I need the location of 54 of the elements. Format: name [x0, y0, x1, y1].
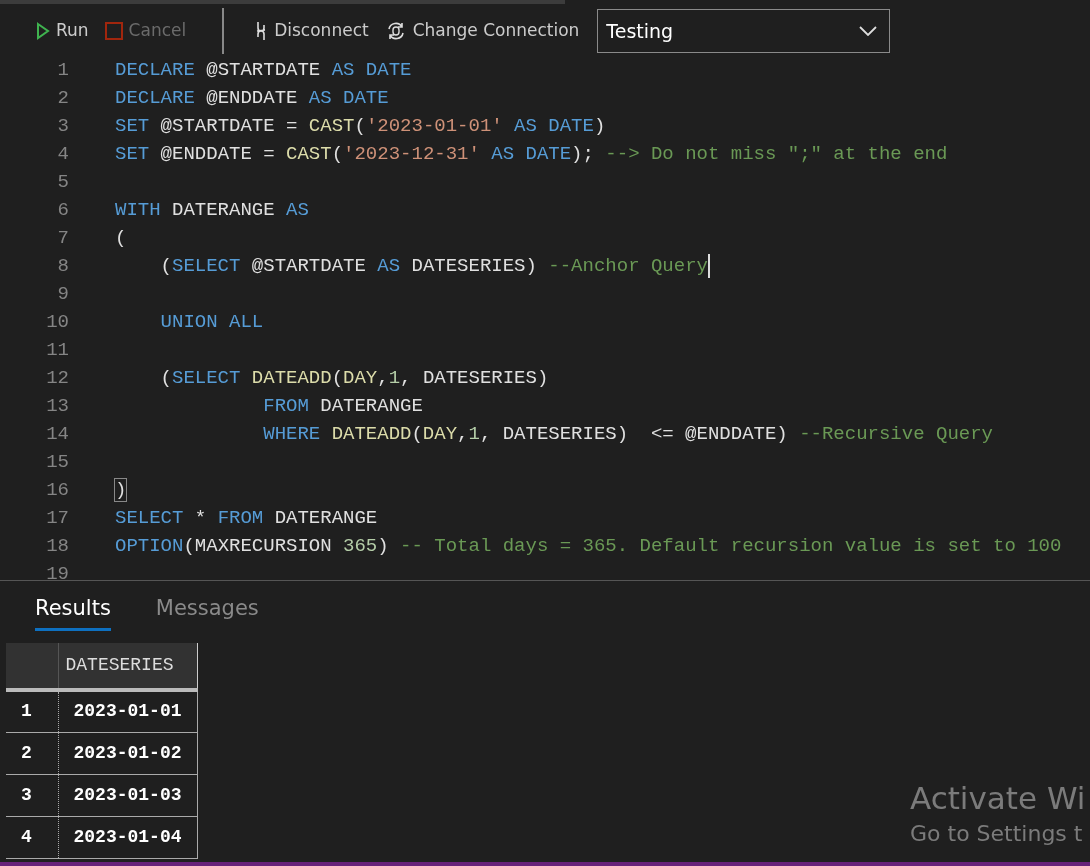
line-number: 16 [45, 478, 69, 503]
line-number: 14 [45, 422, 69, 447]
change-connection-button[interactable]: Change Connection [378, 16, 586, 46]
line-number: 9 [56, 282, 69, 307]
code-line: UNION ALL [159, 311, 264, 333]
run-button[interactable]: Run [30, 16, 95, 46]
code-line: WITH DATERANGE AS [115, 199, 309, 221]
stop-icon [104, 22, 123, 40]
code-line: (SELECT DATEADD(DAY,1, DATESERIES) [159, 367, 549, 389]
activation-subtitle: Go to Settings t [910, 820, 1084, 848]
chevron-down-icon [859, 26, 878, 36]
panel-tab[interactable]: Results [35, 593, 111, 631]
code-line: SET @ENDDATE = CAST('2023-12-31' AS DATE); --> Do not miss ";" at the end [115, 143, 948, 165]
header-corner [6, 643, 58, 690]
code-line: FROM DATERANGE [262, 395, 423, 417]
line-number: 19 [45, 562, 69, 580]
table-cell: 2023-01-03 [58, 774, 198, 816]
row-number: 1 [6, 690, 58, 732]
code-line: ( [115, 227, 127, 249]
connection-dropdown[interactable]: Testing [597, 9, 891, 53]
line-number: 18 [45, 534, 69, 559]
code-line: OPTION(MAXRECURSION 365) -- Total days = 365. Default recursion value is set to 100 [115, 535, 1062, 557]
code-line: WHERE DATEADD(DAY,1, DATESERIES) <= @ENDDATE) --Recursive Query [262, 423, 993, 445]
line-number: 1 [56, 58, 69, 83]
line-number: 7 [56, 226, 69, 251]
table-cell: 2023-01-04 [58, 816, 198, 858]
row-number: 3 [6, 774, 58, 816]
panel-tab[interactable]: Messages [155, 593, 259, 631]
line-number: 8 [56, 254, 69, 279]
code-line: DECLARE @STARTDATE AS DATE [115, 59, 412, 81]
line-number: 17 [45, 506, 69, 531]
row-number: 4 [6, 816, 58, 858]
code-line: (SELECT @STARTDATE AS DATESERIES) --Anchor Query [159, 255, 708, 277]
table-cell: 2023-01-02 [58, 732, 198, 774]
line-number: 11 [45, 338, 69, 363]
line-number: 12 [45, 366, 69, 391]
table-cell: 2023-01-01 [58, 690, 198, 732]
line-number: 3 [56, 114, 69, 139]
line-number: 5 [56, 170, 69, 195]
line-number: 10 [45, 310, 69, 335]
line-number: 13 [45, 394, 69, 419]
activation-title: Activate Wi [910, 779, 1086, 817]
play-icon [36, 22, 50, 40]
column-header: DATESERIES [58, 643, 198, 690]
row-number: 2 [6, 732, 58, 774]
disconnect-button[interactable]: Disconnect [248, 16, 375, 46]
code-line: SELECT * FROM DATERANGE [115, 507, 378, 529]
line-number: 15 [45, 450, 69, 475]
code-line: DECLARE @ENDDATE AS DATE [115, 87, 389, 109]
line-number: 2 [56, 86, 69, 111]
code-line: ) [115, 479, 127, 501]
line-number: 6 [56, 198, 69, 223]
line-number: 4 [56, 142, 69, 167]
code-line: SET @STARTDATE = CAST('2023-01-01' AS DATE) [115, 115, 606, 137]
